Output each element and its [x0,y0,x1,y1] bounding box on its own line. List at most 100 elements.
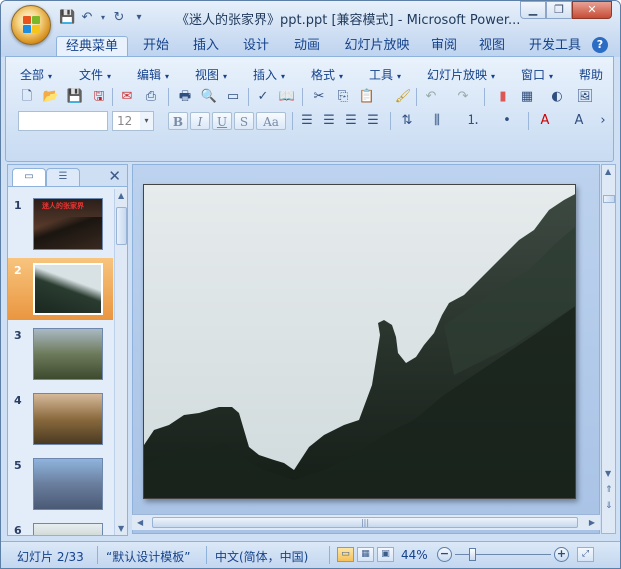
tab-slideshow[interactable]: 幻灯片放映 [339,36,415,57]
align-left-icon[interactable]: ☰ [298,112,316,130]
font-name-combo[interactable] [18,111,108,131]
outline-tab-icon[interactable]: ☰ [46,168,80,186]
format-painter-icon[interactable]: 🖌 [394,88,412,106]
slideshow-view-icon[interactable]: ▣ [377,547,394,562]
slide-sorter-icon[interactable]: ▦ [357,547,374,562]
zoom-out-icon[interactable]: − [437,547,452,562]
research-icon[interactable]: 📖 [278,88,296,106]
bold-button[interactable]: B [168,112,188,130]
bullets-icon[interactable]: • [498,112,516,130]
tab-insert[interactable]: 插入 [187,36,225,57]
columns-icon[interactable]: ⫼ [428,112,446,130]
scrollbar-thumb[interactable] [603,195,615,203]
menu-tools[interactable]: 工具 ▾ [369,66,401,83]
scroll-up-icon[interactable]: ▲ [118,191,124,200]
next-slide-icon[interactable]: ⇓ [605,501,613,511]
redo-icon[interactable]: ↻ [111,10,127,26]
restore-icon[interactable]: ❐ [546,1,572,19]
italic-button[interactable]: I [190,112,210,130]
menu-insert[interactable]: 插入 ▾ [253,66,285,83]
slide-thumbnail[interactable]: 6 [8,518,113,535]
close-icon[interactable]: ✕ [108,167,121,185]
publish-icon[interactable]: ⎙ [142,88,160,106]
grow-font-icon[interactable]: A [570,112,588,130]
font-size-combo[interactable]: 12 ▾ [112,111,154,131]
numbering-icon[interactable]: ⒈ [464,112,482,130]
print-preview-icon[interactable]: 🔍 [200,88,218,106]
help-icon[interactable]: ? [592,37,608,53]
undo-icon[interactable]: ↶ [422,88,440,106]
office-button[interactable] [11,5,51,45]
menu-file[interactable]: 文件 ▾ [79,66,111,83]
cut-icon[interactable]: ✂ [310,88,328,106]
minimize-icon[interactable]: ▁ [520,1,546,19]
email-icon[interactable]: ✉ [118,88,136,106]
underline-button[interactable]: U [212,112,232,130]
slides-pane-scrollbar[interactable]: ▲ ▼ [114,189,127,535]
menu-view[interactable]: 视图 ▾ [195,66,227,83]
zoom-slider-knob[interactable] [469,548,477,561]
close-icon[interactable]: ✕ [572,1,612,19]
qat-customize-icon[interactable]: ▾ [131,10,147,26]
insert-chart-icon[interactable]: ▮ [494,88,512,106]
slides-tab-icon[interactable]: ▭ [12,168,46,186]
justify-icon[interactable]: ☰ [364,112,382,130]
normal-view-icon[interactable]: ▭ [337,547,354,562]
slide-thumbnail[interactable]: 1 迷人的张家界 [8,193,113,255]
shadow-button[interactable]: S [234,112,254,130]
zoom-level[interactable]: 44% [401,548,428,562]
print-icon[interactable]: 🖶 [176,88,194,106]
slide-thumbnail[interactable]: 5 [8,453,113,515]
slide-thumbnail-selected[interactable]: 2 [8,258,113,320]
menu-all[interactable]: 全部 ▾ [20,66,52,83]
language-status[interactable]: 中文(简体，中国) [215,548,308,565]
undo-dropdown-icon[interactable]: ▾ [99,10,107,26]
menu-help[interactable]: 帮助 [579,66,603,83]
tab-view[interactable]: 视图 [473,36,511,57]
text-direction-icon[interactable]: ⇅ [398,112,416,130]
scroll-right-icon[interactable]: ▶ [589,518,595,527]
align-center-icon[interactable]: ☰ [320,112,338,130]
save-icon[interactable]: 💾 [59,10,75,26]
new-icon[interactable]: 🗋 [18,88,36,106]
tab-home[interactable]: 开始 [137,36,175,57]
spelling-icon[interactable]: ✓ [254,88,272,106]
tab-developer[interactable]: 开发工具 [525,36,585,57]
slide-thumbnail[interactable]: 4 [8,388,113,450]
undo-icon[interactable]: ↶ [79,10,95,26]
slide-view-icon[interactable]: ▭ [224,88,242,106]
scrollbar-thumb[interactable] [116,207,127,245]
font-color-icon[interactable]: A [536,112,554,130]
scroll-left-icon[interactable]: ◀ [137,518,143,527]
paste-icon[interactable]: 📋 [358,88,376,106]
insert-picture-icon[interactable]: 🖼 [576,88,594,106]
change-case-button[interactable]: Aa [256,112,286,130]
save-icon[interactable]: 💾 [66,88,84,106]
scroll-down-icon[interactable]: ▼ [118,524,124,533]
slide-thumbnail[interactable]: 3 [8,323,113,385]
zoom-in-icon[interactable]: + [554,547,569,562]
open-icon[interactable]: 📂 [42,88,60,106]
redo-icon[interactable]: ↷ [454,88,472,106]
align-right-icon[interactable]: ☰ [342,112,360,130]
menu-window[interactable]: 窗口 ▾ [521,66,553,83]
scroll-down-icon[interactable]: ▼ [605,469,611,478]
current-slide[interactable] [143,184,576,499]
scrollbar-thumb[interactable]: ||| [152,517,578,528]
slide-horizontal-scrollbar[interactable]: ◀ ||| ▶ [132,514,600,530]
tab-classic-menu[interactable]: 经典菜单 [56,36,128,57]
menu-format[interactable]: 格式 ▾ [311,66,343,83]
insert-table-icon[interactable]: ▦ [518,88,536,106]
scroll-up-icon[interactable]: ▲ [605,167,611,176]
menu-edit[interactable]: 编辑 ▾ [137,66,169,83]
tab-design[interactable]: 设计 [237,36,275,57]
permission-icon[interactable]: 🖫 [90,88,108,106]
grayscale-icon[interactable]: ◐ [548,88,566,106]
previous-slide-icon[interactable]: ⇑ [605,485,613,495]
copy-icon[interactable]: ⎘ [334,88,352,106]
tab-review[interactable]: 审阅 [425,36,463,57]
fit-to-window-icon[interactable]: ⤢ [577,547,594,562]
tab-animation[interactable]: 动画 [288,36,326,57]
slide-vertical-scrollbar[interactable]: ▲ ▼ ⇑ ⇓ [601,164,616,534]
menu-slideshow[interactable]: 幻灯片放映 ▾ [427,66,495,83]
